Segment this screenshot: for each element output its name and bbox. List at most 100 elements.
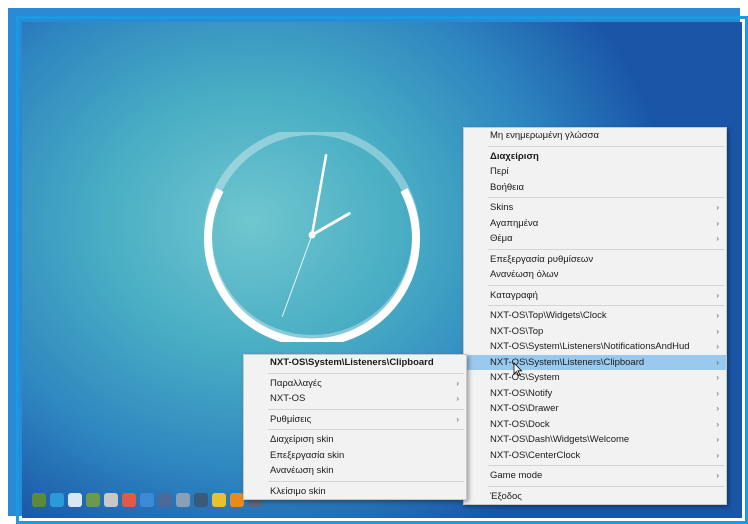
menu-separator — [268, 429, 464, 430]
vlc-icon[interactable] — [230, 493, 244, 507]
main-menu-item-label: Καταγραφή — [490, 289, 538, 301]
main-menu-item-label: NXT-OS\System\Listeners\NotificationsAnd… — [490, 341, 690, 352]
sub-menu-item[interactable]: Κλείσιμο skin — [244, 484, 466, 500]
sub-menu-item-label: NXT-OS\System\Listeners\Clipboard — [270, 357, 434, 368]
sub-menu-item[interactable]: Επεξεργασία skin — [244, 448, 466, 464]
main-menu-item-label: Skins — [490, 202, 514, 213]
main-menu-item[interactable]: Περί — [464, 164, 726, 180]
context-menu-skin: NXT-OS\System\Listeners\Clipboard Παραλλα… — [243, 354, 467, 500]
main-menu-item[interactable]: Διαχείριση — [464, 149, 726, 165]
chevron-right-icon: › — [716, 290, 719, 300]
sub-menu-item-label: NXT-OS — [270, 393, 306, 404]
chevron-right-icon: › — [716, 450, 719, 460]
menu-separator — [488, 248, 724, 250]
gear-icon[interactable] — [158, 493, 172, 507]
main-menu-item-label: NXT-OS\Dock — [490, 418, 550, 430]
main-menu-item-label: NXT-OS\CenterClock — [490, 449, 581, 461]
sub-menu-item[interactable]: Παραλλαγές › — [244, 376, 466, 392]
sub-menu-item-label: Κλείσιμο skin — [270, 485, 326, 497]
globe-icon[interactable] — [86, 493, 100, 507]
chrome-icon[interactable] — [140, 493, 154, 507]
main-menu-item[interactable]: NXT-OS\Drawer › — [464, 401, 726, 417]
chevron-right-icon: › — [716, 373, 719, 382]
sub-menu-item-label: Ρυθμίσεις — [270, 413, 312, 425]
box-icon[interactable] — [176, 493, 190, 507]
recycle-icon[interactable] — [104, 493, 118, 507]
sub-menu-item[interactable]: Διαχείριση skin — [244, 432, 466, 448]
sub-menu-item-label: Παραλλαγές — [270, 377, 322, 389]
chevron-right-icon: › — [716, 234, 719, 243]
main-menu-item-label: Διαχείριση — [490, 150, 539, 162]
main-menu-item-label: NXT-OS\Drawer — [490, 403, 559, 414]
main-menu-item-label: Περί — [490, 166, 509, 177]
chevron-right-icon: › — [716, 357, 719, 367]
main-menu-item[interactable]: NXT-OS\Dock › — [464, 417, 726, 433]
drop-icon[interactable] — [68, 493, 82, 507]
main-menu-item-label: NXT-OS\Notify — [490, 387, 553, 399]
clock-second-hand — [281, 234, 313, 317]
main-menu-item[interactable]: Ανανέωση όλων — [464, 267, 726, 283]
chevron-right-icon: › — [716, 419, 719, 429]
main-menu-item[interactable]: Θέμα › — [464, 231, 726, 247]
menu-separator — [268, 372, 464, 374]
mouse-cursor-icon — [513, 362, 523, 376]
clock-hour-hand — [310, 212, 351, 237]
windows-icon[interactable] — [50, 493, 64, 507]
main-menu-item[interactable]: NXT-OS\Top › — [464, 324, 726, 340]
main-menu-item[interactable]: NXT-OS\Notify › — [464, 386, 726, 402]
main-menu-item[interactable]: Καταγραφή › — [464, 288, 726, 304]
chevron-right-icon: › — [716, 326, 719, 336]
main-menu-item[interactable]: Επεξεργασία ρυθμίσεων — [464, 252, 726, 268]
sub-menu-item[interactable]: NXT-OS\System\Listeners\Clipboard — [244, 355, 466, 371]
dock-taskbar — [32, 490, 262, 510]
chevron-right-icon: › — [716, 218, 719, 228]
main-menu-item-label: Μη ενημερωμένη γλώσσα — [490, 130, 600, 141]
store-icon[interactable] — [122, 493, 136, 507]
sub-menu-item[interactable]: Ρυθμίσεις › — [244, 412, 466, 428]
main-menu-item[interactable]: Game mode › — [464, 468, 726, 484]
menu-separator — [488, 197, 724, 198]
main-menu-item[interactable]: NXT-OS\Top\Widgets\Clock › — [464, 308, 726, 324]
clock-widget[interactable] — [202, 132, 422, 342]
app-icon[interactable] — [32, 493, 46, 507]
main-menu-item-label: NXT-OS\Dash\Widgets\Welcome — [490, 434, 630, 445]
main-menu-item-label: Αγαπημένα — [490, 217, 539, 229]
main-menu-item[interactable]: Αγαπημένα › — [464, 216, 726, 232]
chevron-right-icon: › — [716, 471, 719, 480]
main-menu-item[interactable]: NXT-OS\CenterClock › — [464, 448, 726, 464]
chevron-right-icon: › — [456, 394, 459, 403]
main-menu-item-label: Θέμα — [490, 233, 513, 244]
context-menu-main: Μη ενημερωμένη γλώσσα Διαχείριση Περί Βοήθε… — [463, 127, 727, 505]
menu-separator — [488, 284, 724, 286]
main-menu-item[interactable]: NXT-OS\System › — [464, 370, 726, 386]
sub-menu-item-label: Ανανέωση skin — [270, 465, 334, 476]
chevron-right-icon: › — [716, 388, 719, 398]
main-menu-item[interactable]: Έξοδος — [464, 489, 726, 505]
main-menu-item-label: Game mode — [490, 470, 543, 481]
menu-separator — [488, 305, 724, 306]
chevron-right-icon: › — [456, 378, 459, 388]
main-menu-item-label: Επεξεργασία ρυθμίσεων — [490, 253, 594, 265]
chevron-right-icon: › — [716, 435, 719, 444]
sub-menu-item[interactable]: Ανανέωση skin — [244, 463, 466, 479]
main-menu-item[interactable]: NXT-OS\Dash\Widgets\Welcome › — [464, 432, 726, 448]
chevron-right-icon: › — [716, 203, 719, 212]
tools-icon[interactable] — [194, 493, 208, 507]
chevron-right-icon: › — [716, 404, 719, 413]
main-menu-item[interactable]: Βοήθεια — [464, 180, 726, 196]
main-menu-item-label: NXT-OS\System — [490, 372, 560, 383]
main-menu-item[interactable]: NXT-OS\System\Listeners\NotificationsAnd… — [464, 339, 726, 355]
clock-ring-progress — [204, 188, 420, 342]
menu-separator — [488, 465, 724, 466]
menu-separator — [268, 408, 464, 410]
main-menu-item-label: Βοήθεια — [490, 181, 525, 193]
main-menu-item-label: Έξοδος — [490, 490, 522, 502]
media-icon[interactable] — [212, 493, 226, 507]
menu-separator — [488, 145, 724, 147]
clock-minute-hand — [310, 153, 328, 237]
main-menu-item[interactable]: Μη ενημερωμένη γλώσσα — [464, 128, 726, 144]
sub-menu-item-label: Επεξεργασία skin — [270, 449, 345, 461]
main-menu-item[interactable]: NXT-OS\System\Listeners\Clipboard › — [464, 354, 726, 370]
main-menu-item[interactable]: Skins › — [464, 200, 726, 216]
sub-menu-item[interactable]: NXT-OS › — [244, 391, 466, 407]
